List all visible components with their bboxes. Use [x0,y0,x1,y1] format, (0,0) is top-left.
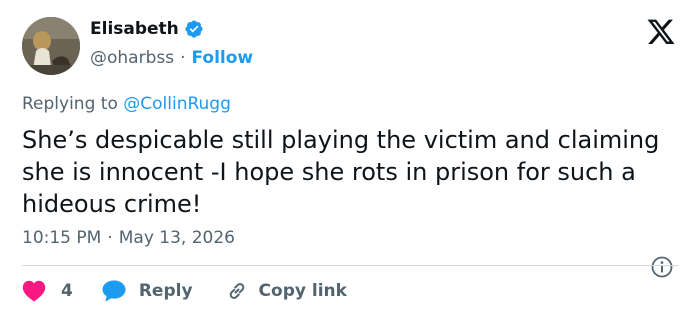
tweet-timestamp[interactable]: 10:15 PM · May 13, 2026 [22,228,235,248]
follow-button[interactable]: Follow [192,48,254,68]
display-name[interactable]: Elisabeth [90,19,179,39]
like-count: 4 [61,281,73,301]
tweet-date: May 13, 2026 [118,228,235,248]
x-logo-icon[interactable] [646,19,676,47]
tweet-time: 10:15 PM [22,228,102,248]
like-button[interactable]: 4 [22,280,73,302]
avatar-photo [22,17,80,75]
copy-link-label: Copy link [258,281,347,301]
author-handle-row: @oharbss · Follow [90,48,253,68]
action-bar: 4 Reply Copy link [22,276,347,306]
handle[interactable]: @oharbss [90,48,174,68]
replying-to-label: Replying to [22,94,118,114]
info-icon[interactable] [650,255,674,279]
reply-button[interactable]: Reply [101,279,193,303]
author-name-row: Elisabeth [90,19,204,39]
reply-label: Reply [138,281,193,301]
avatar[interactable] [22,17,80,75]
heart-icon [22,280,46,302]
tweet-text: She’s despicable still playing the victi… [22,126,660,218]
verified-badge-icon [184,19,204,39]
timestamp-separator: · [107,228,113,248]
copy-link-button[interactable]: Copy link [225,279,347,303]
speech-bubble-icon [101,279,127,303]
replying-to-mention[interactable]: @CollinRugg [123,94,231,114]
link-icon [225,279,249,303]
tweet-card: Elisabeth @oharbss · Follow Replying to … [0,0,700,318]
replying-to: Replying to @CollinRugg [22,94,231,114]
divider [22,265,678,266]
separator-dot: · [180,48,186,68]
